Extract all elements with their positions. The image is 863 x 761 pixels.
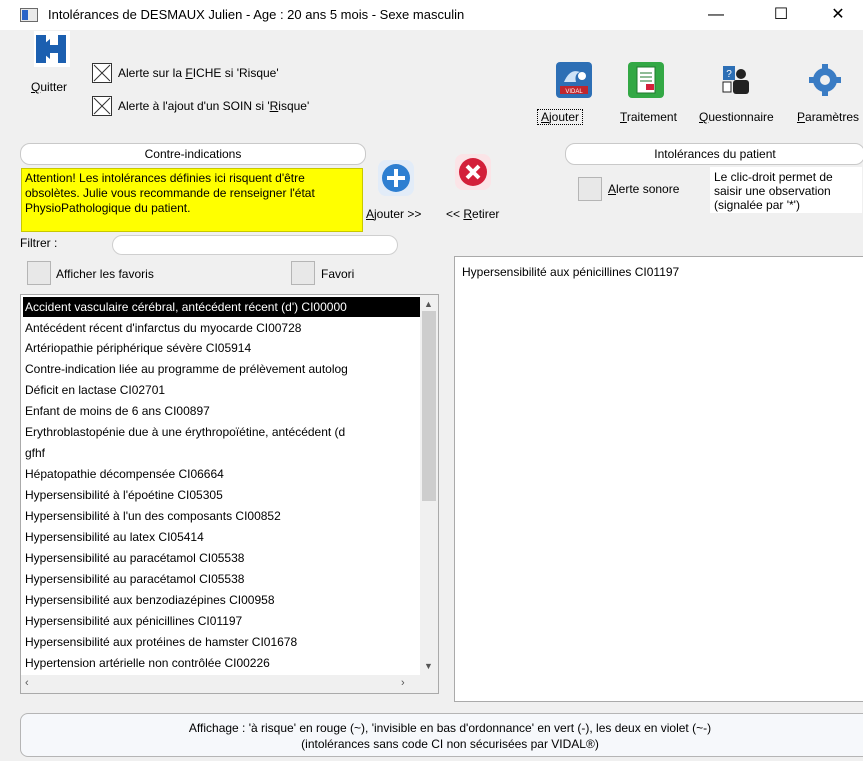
quit-button[interactable]: Quitter xyxy=(31,80,67,94)
list-item[interactable]: Enfant de moins de 6 ans CI00897 xyxy=(25,401,420,421)
alert-sound-label: Alerte sonore xyxy=(608,182,680,196)
list-item[interactable]: Hypertension artérielle non contrôlée CI… xyxy=(25,653,420,673)
add-button[interactable]: Ajouter >> xyxy=(366,207,421,221)
scroll-down-icon[interactable]: ▼ xyxy=(424,661,433,671)
title-bar: Intolérances de DESMAUX Julien - Age : 2… xyxy=(0,0,863,30)
show-favorites-label: Afficher les favoris xyxy=(56,267,154,281)
list-item[interactable]: Hypersensibilité au latex CI05414 xyxy=(25,527,420,547)
treatment-icon[interactable] xyxy=(628,62,664,98)
questionnaire-icon[interactable]: ? xyxy=(717,62,753,98)
patient-intolerances-list[interactable]: Hypersensibilité aux pénicillines CI0119… xyxy=(454,256,863,702)
filter-label: Filtrer : xyxy=(20,236,58,250)
svg-text:?: ? xyxy=(726,69,732,80)
scroll-left-icon[interactable]: ‹ xyxy=(25,677,29,689)
list-item[interactable]: Hypersensibilité à l'un des composants C… xyxy=(25,506,420,526)
horizontal-scrollbar[interactable]: ‹ › xyxy=(21,675,422,693)
legend-line-1: Affichage : 'à risque' en rouge (~), 'in… xyxy=(188,721,712,735)
remove-icon[interactable] xyxy=(455,154,491,190)
remove-button[interactable]: << Retirer xyxy=(446,207,499,221)
alert-soin-label: Alerte à l'ajout d'un SOIN si 'Risque' xyxy=(118,99,310,113)
alert-fiche-checkbox[interactable] xyxy=(92,63,112,83)
scroll-right-icon[interactable]: › xyxy=(401,677,405,689)
vertical-scroll-thumb[interactable] xyxy=(422,311,436,501)
alert-soin-checkbox[interactable] xyxy=(92,96,112,116)
close-button[interactable]: ✕ xyxy=(815,0,861,30)
minimize-button[interactable]: — xyxy=(693,0,739,30)
list-item[interactable]: Hypersensibilité aux pénicillines CI0119… xyxy=(462,262,857,282)
quit-icon[interactable] xyxy=(34,31,70,67)
list-item[interactable]: Contre-indication liée au programme de p… xyxy=(25,359,420,379)
legend-line-2: (intolérances sans code CI non sécurisée… xyxy=(301,737,599,751)
list-item[interactable]: Hypersensibilité aux pénicillines CI0119… xyxy=(25,611,420,631)
contre-indications-header: Contre-indications xyxy=(20,143,366,165)
favori-label: Favori xyxy=(321,267,355,281)
list-item[interactable]: Hypersensibilité aux benzodiazépines CI0… xyxy=(25,590,420,610)
parametres-button[interactable]: Paramètres xyxy=(797,110,859,124)
list-item[interactable]: Antécédent récent d'infarctus du myocard… xyxy=(25,318,420,338)
list-item[interactable]: Erythroblastopénie due à une érythropoïé… xyxy=(25,422,420,442)
list-item[interactable]: Accident vasculaire cérébral, antécédent… xyxy=(23,297,420,317)
vertical-scrollbar[interactable]: ▲ ▼ xyxy=(420,295,438,675)
list-item[interactable]: Déficit en lactase CI02701 xyxy=(25,380,420,400)
vidal-icon[interactable]: VIDAL xyxy=(556,62,592,98)
svg-text:VIDAL: VIDAL xyxy=(565,89,583,95)
alert-sound-toggle[interactable] xyxy=(578,177,602,201)
traitement-button[interactable]: Traitement xyxy=(620,110,677,124)
intolerances-header: Intolérances du patient xyxy=(565,143,863,165)
filter-input[interactable] xyxy=(112,235,398,255)
list-item[interactable]: gfhf xyxy=(25,443,420,463)
list-item[interactable]: Hypersensibilité au paracétamol CI05538 xyxy=(25,569,420,589)
list-item[interactable]: Hépatopathie décompensée CI06664 xyxy=(25,464,420,484)
list-item[interactable]: Artériopathie périphérique sévère CI0591… xyxy=(25,338,420,358)
gear-icon[interactable] xyxy=(807,62,843,98)
scroll-up-icon[interactable]: ▲ xyxy=(424,299,433,309)
contre-indications-list[interactable]: Accident vasculaire cérébral, antécédent… xyxy=(20,294,439,694)
ajouter-vidal-button[interactable]: Ajouter xyxy=(537,109,584,125)
alert-fiche-label: Alerte sur la FICHE si 'Risque' xyxy=(118,66,279,80)
window-title: Intolérances de DESMAUX Julien - Age : 2… xyxy=(48,7,465,22)
list-item[interactable]: Hypersensibilité aux protéines de hamste… xyxy=(25,632,420,652)
list-item[interactable]: Hypersensibilité à l'époétine CI05305 xyxy=(25,485,420,505)
favori-toggle[interactable] xyxy=(291,261,315,285)
right-click-hint: Le clic-droit permet de saisir une obser… xyxy=(710,167,862,213)
app-icon xyxy=(20,8,38,22)
list-item[interactable]: Hypersensibilité au paracétamol CI05538 xyxy=(25,548,420,568)
show-favorites-toggle[interactable] xyxy=(27,261,51,285)
maximize-button[interactable]: ☐ xyxy=(758,0,804,30)
display-legend: Affichage : 'à risque' en rouge (~), 'in… xyxy=(20,713,863,757)
scroll-corner xyxy=(420,675,438,693)
obsolete-warning: Attention! Les intolérances définies ici… xyxy=(21,168,363,232)
add-icon[interactable] xyxy=(378,160,414,196)
questionnaire-button[interactable]: Questionnaire xyxy=(699,110,774,124)
